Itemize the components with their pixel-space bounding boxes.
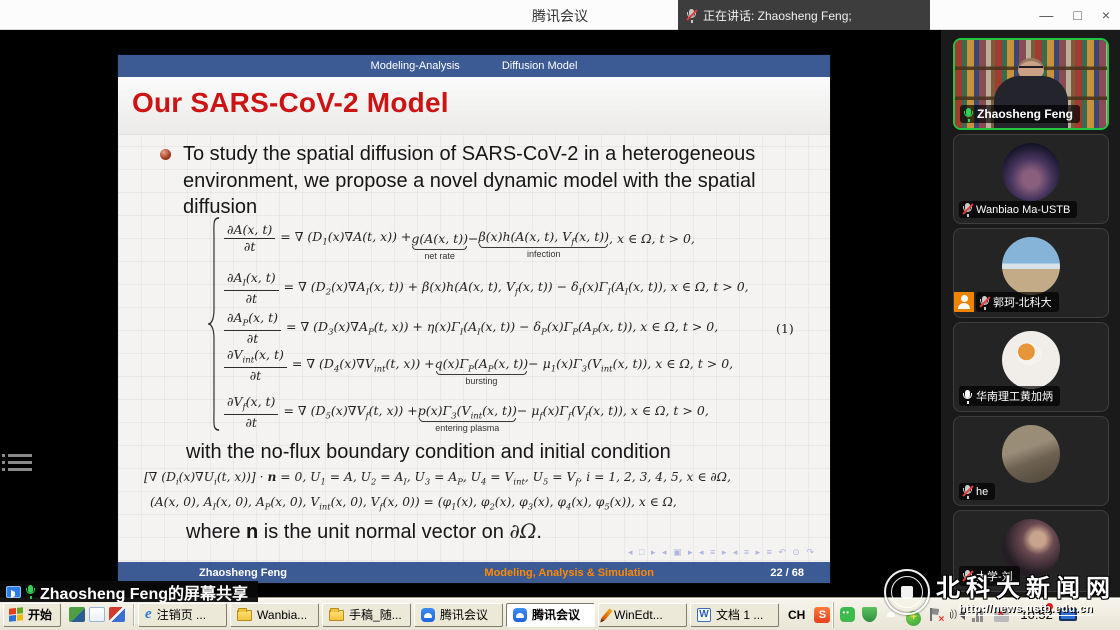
beamer-navigation-icons: ◂ □ ▸ ◂ ▣ ▸ ◂ ≡ ▸ ◂ ≡ ▸ ≡ ↶ ⊙ ↷ bbox=[628, 547, 816, 558]
window-title: 腾讯会议 bbox=[0, 6, 1120, 26]
shared-slide: Modeling-Analysis Diffusion Model Our SA… bbox=[118, 55, 830, 583]
start-label: 开始 bbox=[28, 606, 52, 623]
antivirus-tray-icon[interactable] bbox=[906, 611, 921, 626]
mic-muted-icon bbox=[981, 296, 988, 309]
avatar bbox=[1002, 425, 1060, 483]
notification-dot bbox=[1046, 603, 1053, 610]
avatar bbox=[1002, 237, 1060, 295]
where-line: where n is the unit normal vector on ∂Ω. bbox=[186, 519, 542, 544]
mic-muted-icon bbox=[964, 485, 971, 498]
folder-icon bbox=[237, 610, 252, 621]
section-diffusion-model: Diffusion Model bbox=[502, 60, 578, 72]
mic-muted-icon bbox=[964, 570, 971, 583]
taskbar-button-ie[interactable]: e 注销页 ... bbox=[138, 603, 227, 627]
ie-icon: e bbox=[145, 607, 152, 622]
sogou-ime-icon[interactable]: S bbox=[814, 607, 830, 623]
bullet-icon bbox=[160, 149, 171, 160]
tencent-meeting-icon bbox=[513, 608, 527, 622]
mic-on-icon bbox=[965, 108, 972, 121]
glasses bbox=[1019, 66, 1043, 71]
equation-1: ∂A(x, t)∂t = ∇ (D1(x)∇A(t, x)) + g(A(x, … bbox=[224, 221, 695, 255]
mic-muted-icon bbox=[964, 203, 971, 216]
slide-title: Our SARS-CoV-2 Model bbox=[132, 87, 449, 119]
participant-tile-zhaosheng-feng[interactable]: Zhaosheng Feng bbox=[953, 38, 1109, 130]
taskbar-divider bbox=[133, 604, 135, 626]
language-indicator[interactable]: CH bbox=[782, 608, 811, 622]
slide-page-number: 22 / 68 bbox=[770, 567, 830, 579]
initial-condition-line: (A(x, 0), AI(x, 0), AP(x, 0), Vint(x, 0)… bbox=[150, 495, 677, 511]
equation-number: (1) bbox=[776, 321, 794, 336]
taskbar-button-winedt[interactable]: WinEdt... bbox=[598, 603, 687, 627]
avatar bbox=[1002, 331, 1060, 389]
start-button[interactable]: 开始 bbox=[3, 603, 61, 627]
mic-on-icon bbox=[27, 585, 34, 598]
restore-button[interactable]: □ bbox=[1073, 7, 1081, 23]
tencent-meeting-icon bbox=[421, 608, 435, 622]
slide-section-nav: Modeling-Analysis Diffusion Model bbox=[118, 55, 830, 77]
boundary-condition-line: [∇ (Di(x)∇Ui(t, x))] · n = 0, U1 = A, U2… bbox=[144, 469, 731, 486]
display-tray-icon[interactable] bbox=[1059, 608, 1077, 621]
pencil-icon bbox=[601, 608, 612, 621]
participant-name: Zhaosheng Feng bbox=[977, 107, 1073, 121]
equation-4: ∂Vint(x, t)∂t = ∇ (D4(x)∇Vint(t, x)) + q… bbox=[224, 348, 733, 382]
system-tray: )) 10:52 bbox=[833, 602, 1087, 628]
minimize-button[interactable]: — bbox=[1039, 7, 1053, 23]
folder-icon bbox=[329, 610, 344, 621]
wechat-tray-icon[interactable] bbox=[840, 607, 855, 622]
participant-name: 大学-刘 bbox=[976, 568, 1013, 584]
mic-muted-icon bbox=[688, 9, 695, 22]
avatar bbox=[1002, 143, 1060, 201]
screen: 腾讯会议 正在讲话: Zhaosheng Feng; — □ × Modelin… bbox=[0, 0, 1120, 630]
slide-subject: Modeling, Analysis & Simulation bbox=[368, 567, 770, 579]
boundary-condition-intro: with the no-flux boundary condition and … bbox=[186, 441, 671, 464]
taskbar-button-document[interactable]: W 文档 1 ... bbox=[690, 603, 779, 627]
quick-launch-icon[interactable] bbox=[69, 607, 85, 622]
mic-on-icon bbox=[964, 390, 971, 403]
equation-5: ∂Vf(x, t)∂t = ∇ (D5(x)∇Vf(t, x)) + p(x)Γ… bbox=[224, 395, 709, 429]
screen-share-label: Zhaosheng Feng的屏幕共享 bbox=[40, 580, 248, 604]
volume-icon[interactable]: )) bbox=[950, 607, 965, 622]
windows-logo-icon bbox=[9, 607, 23, 621]
taskbar-button-folder-wanbia[interactable]: Wanbia... bbox=[230, 603, 319, 627]
participant-tile-guoke[interactable]: 郭珂-北科大 bbox=[953, 228, 1109, 318]
bullet-item: To study the spatial diffusion of SARS-C… bbox=[160, 141, 812, 221]
disabled-device-icon[interactable] bbox=[994, 607, 1009, 622]
participant-tile-huangjiabing[interactable]: 华南理工黄加炳 bbox=[953, 322, 1109, 412]
quick-launch bbox=[64, 607, 130, 622]
participant-tile-he[interactable]: he bbox=[953, 416, 1109, 506]
participants-panel: Zhaosheng Feng Wanbiao Ma-USTB 郭珂-北科大 华南… bbox=[940, 30, 1120, 598]
security-alert-flag-icon[interactable] bbox=[928, 607, 943, 622]
screen-share-icon bbox=[6, 586, 21, 598]
window-titlebar: 腾讯会议 正在讲话: Zhaosheng Feng; — □ × bbox=[0, 0, 1120, 30]
participant-name: Wanbiao Ma-USTB bbox=[976, 204, 1070, 216]
screen-share-bar[interactable]: Zhaosheng Feng的屏幕共享 bbox=[0, 581, 258, 602]
equation-2: ∂AI(x, t)∂t = ∇ (D2(x)∇AI(x, t)) + β(x)h… bbox=[224, 271, 749, 305]
speaking-toast-label: 正在讲话: Zhaosheng Feng; bbox=[703, 7, 852, 24]
slide-author: Zhaosheng Feng bbox=[118, 567, 368, 579]
profile-badge-icon bbox=[954, 292, 974, 312]
participant-name: 郭珂-北科大 bbox=[993, 294, 1052, 310]
equation-3: ∂AP(x, t)∂t = ∇ (D3(x)∇AP(t, x)) + η(x)Γ… bbox=[224, 311, 718, 345]
participant-tile-wanbiao-ma[interactable]: Wanbiao Ma-USTB bbox=[953, 134, 1109, 224]
system-brace bbox=[206, 215, 222, 433]
annotation-list-icon[interactable] bbox=[8, 450, 32, 475]
security-shield-icon[interactable] bbox=[862, 607, 877, 622]
section-modeling-analysis: Modeling-Analysis bbox=[371, 60, 460, 72]
speaking-toast: 正在讲话: Zhaosheng Feng; bbox=[678, 0, 930, 30]
participant-tile-liu[interactable]: 大学-刘 bbox=[953, 510, 1109, 592]
bullet-text: To study the spatial diffusion of SARS-C… bbox=[183, 141, 812, 221]
close-button[interactable]: × bbox=[1102, 7, 1110, 23]
network-signal-icon[interactable] bbox=[972, 607, 987, 622]
taskbar-button-meeting-2-active[interactable]: 腾讯会议 bbox=[506, 603, 595, 627]
word-doc-icon: W bbox=[697, 608, 711, 622]
taskbar-button-meeting-1[interactable]: 腾讯会议 bbox=[414, 603, 503, 627]
participant-name: 华南理工黄加炳 bbox=[976, 388, 1053, 404]
quick-launch-icon[interactable] bbox=[89, 607, 105, 622]
taskbar-button-folder-manuscript[interactable]: 手稿_随... bbox=[322, 603, 411, 627]
quick-launch-icon[interactable] bbox=[109, 607, 125, 622]
participant-name: he bbox=[976, 486, 988, 498]
